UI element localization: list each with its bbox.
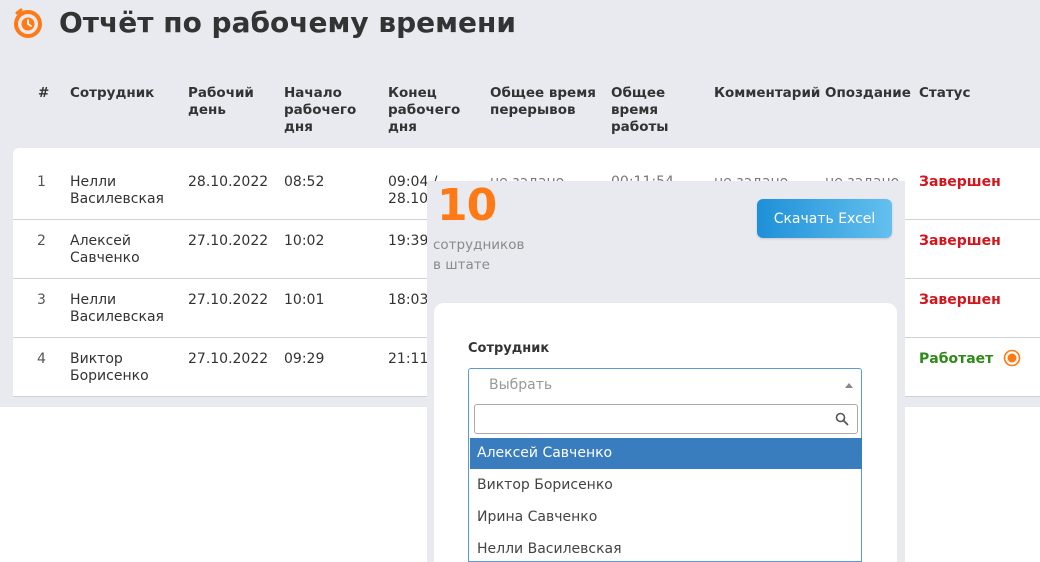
row-1-start: 08:52 [284, 174, 325, 190]
chevron-up-icon [845, 383, 853, 388]
col-header-total: Общее время работы [611, 85, 669, 135]
row-2-num: 2 [37, 233, 46, 249]
row-3-num: 3 [37, 292, 46, 308]
search-icon [835, 412, 849, 426]
row-3-end: 18:03 [388, 292, 429, 308]
employee-select[interactable]: Выбрать [468, 368, 862, 403]
employee-count: 10 [437, 180, 497, 231]
col-header-end: Конец рабочего дня [388, 85, 461, 135]
col-header-start: Начало рабочего дня [284, 85, 357, 135]
row-1-status: Завершен [919, 174, 1001, 190]
employee-count-label: сотрудников в штате [433, 237, 525, 273]
row-4-employee: Виктор Борисенко [70, 351, 149, 384]
employee-field-label: Сотрудник [468, 341, 550, 356]
page-title: Отчёт по рабочему времени [59, 6, 516, 39]
row-2-employee: Алексей Савченко [70, 233, 140, 266]
row-3-start: 10:01 [284, 292, 325, 308]
row-2-status: Завершен [919, 233, 1001, 249]
col-header-late: Опоздание [825, 85, 911, 101]
row-4-status: Работает [919, 351, 994, 367]
dropdown-option[interactable]: Виктор Борисенко [470, 470, 862, 501]
row-4-start: 09:29 [284, 351, 325, 367]
dropdown-option[interactable]: Алексей Савченко [470, 438, 862, 469]
employee-dropdown: Алексей Савченко Виктор Борисенко Ирина … [468, 402, 862, 562]
dropdown-option[interactable]: Нелли Василевская [470, 534, 862, 562]
employee-select-placeholder: Выбрать [489, 377, 553, 393]
row-3-date: 27.10.2022 [188, 292, 269, 308]
row-2-start: 10:02 [284, 233, 325, 249]
clock-logo-icon [14, 8, 42, 38]
row-1-employee: Нелли Василевская [70, 174, 164, 207]
alert-circle-icon[interactable] [1003, 349, 1021, 367]
dropdown-option[interactable]: Ирина Савченко [470, 502, 862, 533]
col-header-status: Статус [919, 85, 971, 101]
row-2-end: 19:39 [388, 233, 429, 249]
col-header-comment: Комментарий [714, 85, 821, 101]
row-1-date: 28.10.2022 [188, 174, 269, 190]
row-3-employee: Нелли Василевская [70, 292, 164, 325]
col-header-breaks: Общее время перерывов [490, 85, 596, 118]
col-header-num: # [38, 85, 50, 101]
col-header-workday: Рабочий день [188, 85, 254, 118]
row-4-date: 27.10.2022 [188, 351, 269, 367]
col-header-employee: Сотрудник [70, 85, 155, 101]
row-1-num: 1 [37, 174, 46, 190]
dropdown-search-input[interactable] [474, 404, 858, 434]
row-2-date: 27.10.2022 [188, 233, 269, 249]
row-3-status: Завершен [919, 292, 1001, 308]
row-4-num: 4 [37, 351, 46, 367]
download-excel-button[interactable]: Скачать Excel [757, 199, 892, 238]
